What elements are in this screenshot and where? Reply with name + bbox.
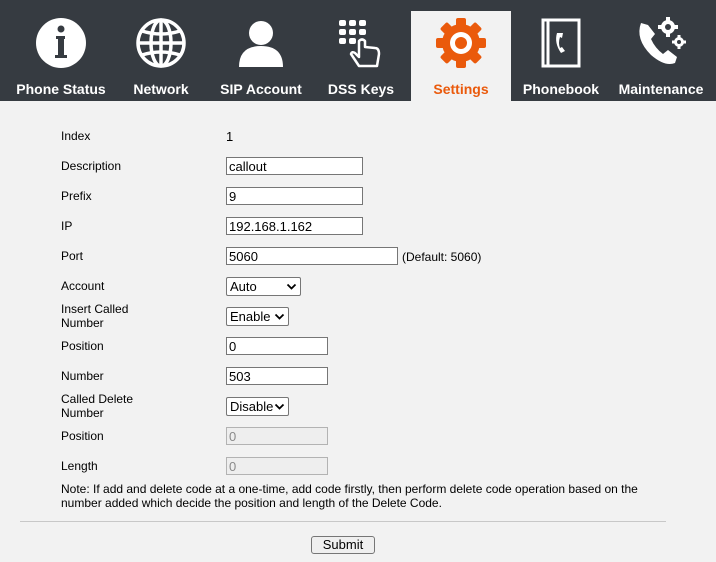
number-label: Number bbox=[61, 369, 104, 383]
tab-label-phonebook: Phonebook bbox=[522, 81, 600, 97]
called-delete-number-label-line1: Called Delete bbox=[61, 392, 134, 406]
tab-label-sip-account: SIP Account bbox=[220, 81, 302, 97]
number-input[interactable] bbox=[226, 367, 328, 385]
insert-position-label: Position bbox=[61, 339, 104, 353]
tab-settings[interactable]: Settings bbox=[411, 11, 511, 101]
insert-called-number-label-line2: Number bbox=[61, 316, 104, 330]
globe-icon bbox=[136, 18, 186, 68]
chevron-down-icon bbox=[286, 283, 297, 290]
tab-phonebook[interactable]: Phonebook bbox=[511, 11, 611, 101]
insert-called-number-select-value: Enable bbox=[230, 309, 271, 324]
ip-input[interactable] bbox=[226, 217, 363, 235]
tab-phone-status[interactable]: Phone Status bbox=[11, 11, 111, 101]
port-default-hint: (Default: 5060) bbox=[402, 250, 482, 264]
tab-network[interactable]: Network bbox=[111, 11, 211, 101]
tab-label-network: Network bbox=[133, 81, 189, 97]
called-delete-number-label: Called Delete Number bbox=[61, 392, 133, 420]
insert-called-number-label: Insert Called Number bbox=[61, 302, 128, 330]
keypad-hand-icon bbox=[339, 20, 381, 68]
separator bbox=[20, 521, 666, 522]
tab-dss-keys[interactable]: DSS Keys bbox=[311, 11, 411, 101]
called-delete-number-select-value: Disable bbox=[230, 399, 274, 414]
phone-gear-icon bbox=[639, 17, 686, 64]
index-value: 1 bbox=[226, 129, 234, 144]
prefix-input[interactable] bbox=[226, 187, 363, 205]
chevron-down-icon bbox=[274, 313, 285, 320]
info-icon bbox=[36, 18, 86, 68]
phonebook-icon bbox=[541, 18, 581, 68]
tab-label-phone-status: Phone Status bbox=[16, 81, 106, 97]
called-delete-number-select[interactable]: Disable bbox=[226, 397, 289, 416]
called-delete-number-label-line2: Number bbox=[61, 406, 104, 420]
insert-position-input[interactable] bbox=[226, 337, 328, 355]
account-select[interactable]: Auto bbox=[226, 277, 301, 296]
port-label: Port bbox=[61, 249, 84, 263]
description-label: Description bbox=[61, 159, 122, 173]
insert-called-number-select[interactable]: Enable bbox=[226, 307, 289, 326]
insert-called-number-label-line1: Insert Called bbox=[61, 302, 129, 316]
description-input[interactable] bbox=[226, 157, 363, 175]
user-icon bbox=[239, 21, 283, 67]
port-input[interactable] bbox=[226, 247, 398, 265]
index-label: Index bbox=[61, 129, 91, 143]
ip-label: IP bbox=[61, 219, 73, 233]
account-select-value: Auto bbox=[230, 279, 257, 294]
tab-maintenance[interactable]: Maintenance bbox=[611, 11, 711, 101]
top-nav: Phone Status Network SIP Account DSS Key… bbox=[0, 0, 716, 101]
tab-label-maintenance: Maintenance bbox=[618, 81, 704, 97]
tab-label-dss-keys: DSS Keys bbox=[327, 81, 395, 97]
tab-label-settings: Settings bbox=[433, 81, 489, 97]
note-text: Note: If add and delete code at a one-ti… bbox=[61, 482, 661, 510]
account-label: Account bbox=[61, 279, 105, 293]
delete-position-input[interactable] bbox=[226, 427, 328, 445]
submit-button[interactable]: Submit bbox=[311, 536, 375, 554]
note-line1: Note: If add and delete code at a one-ti… bbox=[61, 482, 638, 496]
length-label: Length bbox=[61, 459, 98, 473]
prefix-label: Prefix bbox=[61, 189, 92, 203]
tab-sip-account[interactable]: SIP Account bbox=[211, 11, 311, 101]
chevron-down-icon bbox=[274, 403, 285, 410]
note-line2: number added which decide the position a… bbox=[61, 496, 442, 510]
gear-icon bbox=[436, 18, 486, 68]
length-input[interactable] bbox=[226, 457, 328, 475]
delete-position-label: Position bbox=[61, 429, 104, 443]
